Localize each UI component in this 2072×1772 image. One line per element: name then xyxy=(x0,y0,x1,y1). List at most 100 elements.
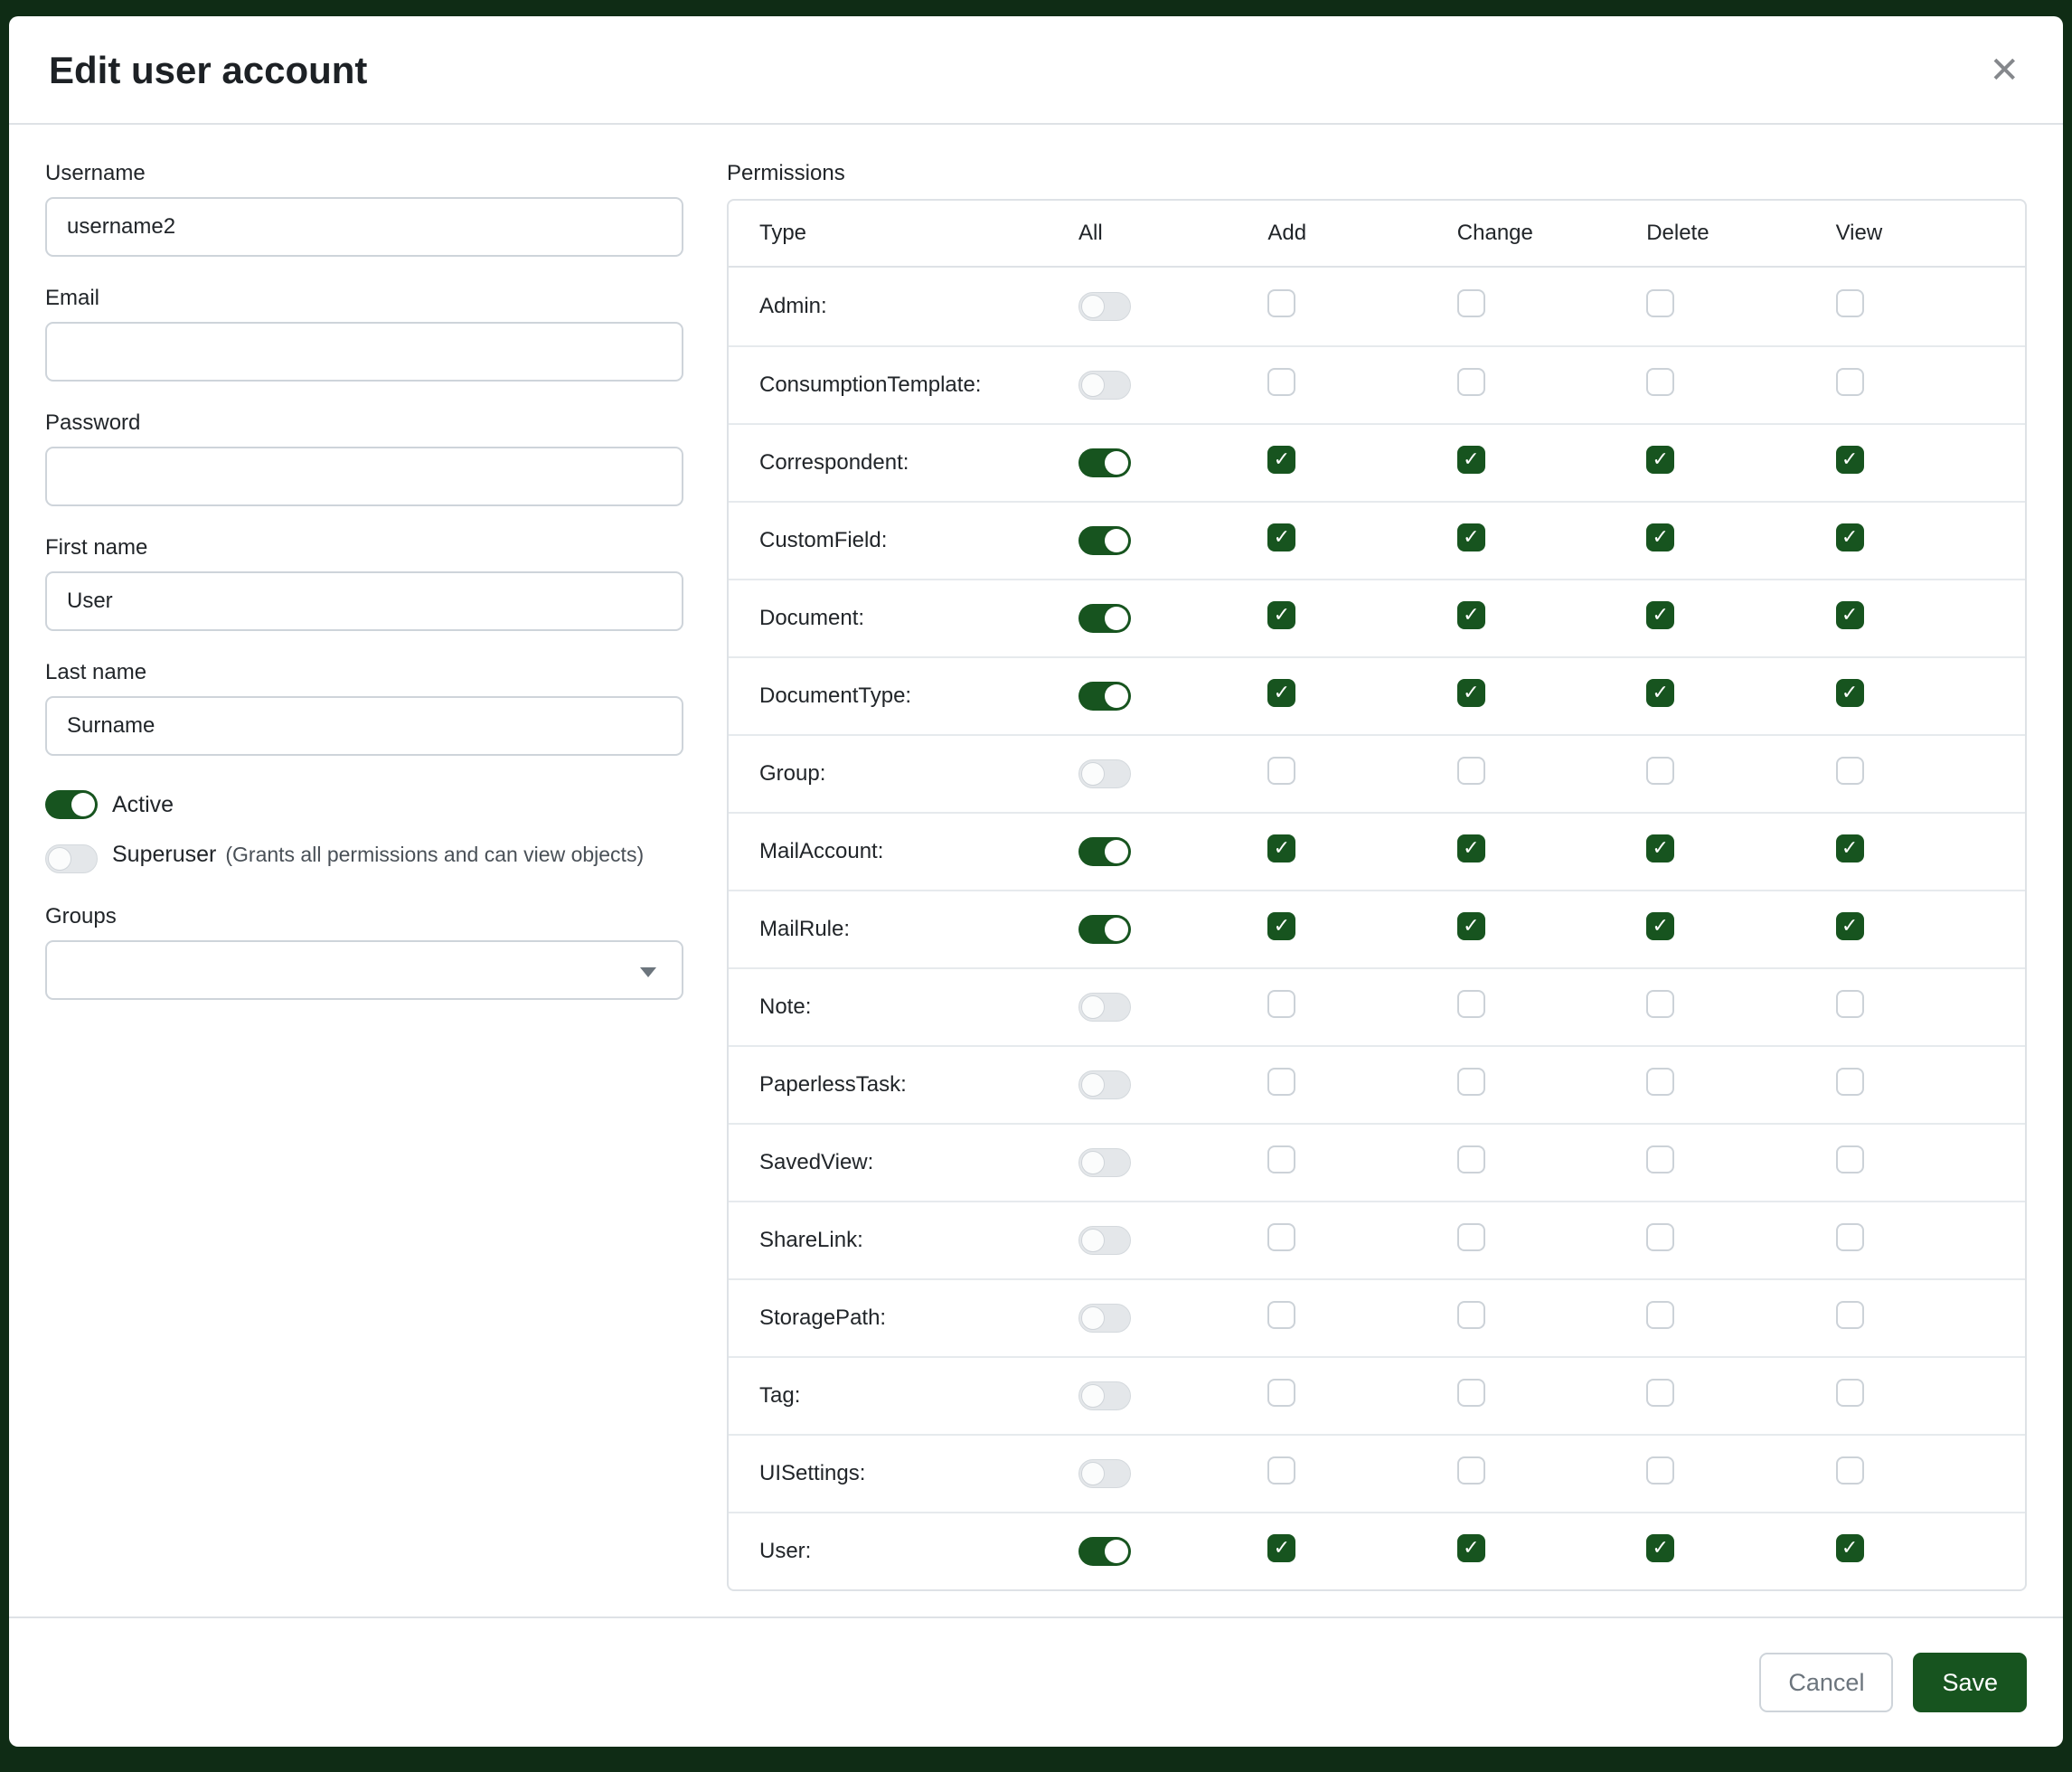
permission-add-checkbox[interactable] xyxy=(1267,679,1295,707)
permission-change-checkbox[interactable] xyxy=(1457,834,1485,862)
permission-change-checkbox[interactable] xyxy=(1457,1301,1485,1329)
permission-add-checkbox[interactable] xyxy=(1267,1145,1295,1173)
modal-footer: Cancel Save xyxy=(9,1616,2063,1747)
active-toggle[interactable] xyxy=(45,790,98,819)
permission-delete-checkbox[interactable] xyxy=(1646,1223,1674,1251)
permission-view-checkbox[interactable] xyxy=(1836,1301,1864,1329)
permission-delete-checkbox[interactable] xyxy=(1646,1068,1674,1096)
permission-delete-checkbox[interactable] xyxy=(1646,1301,1674,1329)
permission-delete-checkbox[interactable] xyxy=(1646,679,1674,707)
permission-view-checkbox[interactable] xyxy=(1836,1456,1864,1485)
permission-delete-checkbox[interactable] xyxy=(1646,1534,1674,1562)
permission-add-checkbox[interactable] xyxy=(1267,834,1295,862)
permission-all-toggle[interactable] xyxy=(1078,371,1131,400)
password-input[interactable] xyxy=(45,447,683,506)
permission-add-checkbox[interactable] xyxy=(1267,289,1295,317)
permission-all-toggle[interactable] xyxy=(1078,292,1131,321)
permission-view-checkbox[interactable] xyxy=(1836,289,1864,317)
permission-delete-checkbox[interactable] xyxy=(1646,368,1674,396)
last-name-input[interactable] xyxy=(45,696,683,756)
permission-all-toggle[interactable] xyxy=(1078,759,1131,788)
permission-view-checkbox[interactable] xyxy=(1836,1145,1864,1173)
first-name-input[interactable] xyxy=(45,571,683,631)
permission-all-toggle[interactable] xyxy=(1078,1226,1131,1255)
email-input[interactable] xyxy=(45,322,683,382)
close-icon[interactable]: ✕ xyxy=(1985,49,2023,92)
permission-change-checkbox[interactable] xyxy=(1457,523,1485,551)
permission-add-checkbox[interactable] xyxy=(1267,990,1295,1018)
permission-change-checkbox[interactable] xyxy=(1457,601,1485,629)
superuser-toggle[interactable] xyxy=(45,844,98,873)
permission-change-checkbox[interactable] xyxy=(1457,757,1485,785)
permission-change-checkbox[interactable] xyxy=(1457,679,1485,707)
permission-all-toggle[interactable] xyxy=(1078,1070,1131,1099)
permission-change-checkbox[interactable] xyxy=(1457,289,1485,317)
permission-add-checkbox[interactable] xyxy=(1267,601,1295,629)
permission-add-checkbox[interactable] xyxy=(1267,1068,1295,1096)
permission-add-checkbox[interactable] xyxy=(1267,1223,1295,1251)
permission-change-checkbox[interactable] xyxy=(1457,1534,1485,1562)
permission-delete-checkbox[interactable] xyxy=(1646,990,1674,1018)
permission-view-checkbox[interactable] xyxy=(1836,1068,1864,1096)
toggle-knob xyxy=(48,847,71,871)
permission-view-checkbox[interactable] xyxy=(1836,1379,1864,1407)
permission-change-checkbox[interactable] xyxy=(1457,1068,1485,1096)
email-label: Email xyxy=(45,286,683,311)
permission-add-checkbox[interactable] xyxy=(1267,1456,1295,1485)
permission-add-checkbox[interactable] xyxy=(1267,1534,1295,1562)
permission-change-checkbox[interactable] xyxy=(1457,1456,1485,1485)
permission-delete-checkbox[interactable] xyxy=(1646,834,1674,862)
permission-change-checkbox[interactable] xyxy=(1457,1379,1485,1407)
permission-view-checkbox[interactable] xyxy=(1836,601,1864,629)
permission-delete-checkbox[interactable] xyxy=(1646,446,1674,474)
permission-all-toggle[interactable] xyxy=(1078,1459,1131,1488)
permission-delete-checkbox[interactable] xyxy=(1646,1379,1674,1407)
permission-all-toggle[interactable] xyxy=(1078,1537,1131,1566)
permission-view-checkbox[interactable] xyxy=(1836,912,1864,940)
permission-view-checkbox[interactable] xyxy=(1836,523,1864,551)
permission-all-toggle[interactable] xyxy=(1078,604,1131,633)
permission-all-toggle[interactable] xyxy=(1078,526,1131,555)
permission-change-checkbox[interactable] xyxy=(1457,1223,1485,1251)
permission-all-toggle[interactable] xyxy=(1078,1148,1131,1177)
permission-change-checkbox[interactable] xyxy=(1457,368,1485,396)
permission-view-checkbox[interactable] xyxy=(1836,757,1864,785)
permission-delete-checkbox[interactable] xyxy=(1646,1456,1674,1485)
permission-all-toggle[interactable] xyxy=(1078,1304,1131,1333)
permission-view-checkbox[interactable] xyxy=(1836,368,1864,396)
column-header-type: Type xyxy=(729,221,1078,246)
permission-all-toggle[interactable] xyxy=(1078,993,1131,1022)
permission-view-checkbox[interactable] xyxy=(1836,1534,1864,1562)
permission-change-checkbox[interactable] xyxy=(1457,1145,1485,1173)
permission-add-checkbox[interactable] xyxy=(1267,368,1295,396)
permission-delete-checkbox[interactable] xyxy=(1646,1145,1674,1173)
permission-add-checkbox[interactable] xyxy=(1267,1301,1295,1329)
username-input[interactable] xyxy=(45,197,683,257)
permission-delete-checkbox[interactable] xyxy=(1646,912,1674,940)
cancel-button[interactable]: Cancel xyxy=(1759,1653,1893,1712)
permission-change-checkbox[interactable] xyxy=(1457,912,1485,940)
permission-change-checkbox[interactable] xyxy=(1457,990,1485,1018)
permission-view-checkbox[interactable] xyxy=(1836,679,1864,707)
permission-view-checkbox[interactable] xyxy=(1836,990,1864,1018)
save-button[interactable]: Save xyxy=(1913,1653,2027,1712)
groups-select[interactable] xyxy=(45,940,683,1000)
permission-delete-checkbox[interactable] xyxy=(1646,523,1674,551)
permission-view-checkbox[interactable] xyxy=(1836,1223,1864,1251)
permission-view-checkbox[interactable] xyxy=(1836,446,1864,474)
permission-add-checkbox[interactable] xyxy=(1267,523,1295,551)
permission-all-toggle[interactable] xyxy=(1078,837,1131,866)
permission-add-checkbox[interactable] xyxy=(1267,912,1295,940)
permission-change-checkbox[interactable] xyxy=(1457,446,1485,474)
permission-all-toggle[interactable] xyxy=(1078,682,1131,711)
permission-delete-checkbox[interactable] xyxy=(1646,757,1674,785)
permission-all-toggle[interactable] xyxy=(1078,448,1131,477)
permission-delete-checkbox[interactable] xyxy=(1646,289,1674,317)
permission-all-toggle[interactable] xyxy=(1078,1381,1131,1410)
permission-all-toggle[interactable] xyxy=(1078,915,1131,944)
permission-add-checkbox[interactable] xyxy=(1267,446,1295,474)
permission-view-checkbox[interactable] xyxy=(1836,834,1864,862)
permission-delete-checkbox[interactable] xyxy=(1646,601,1674,629)
permission-add-checkbox[interactable] xyxy=(1267,757,1295,785)
permission-add-checkbox[interactable] xyxy=(1267,1379,1295,1407)
